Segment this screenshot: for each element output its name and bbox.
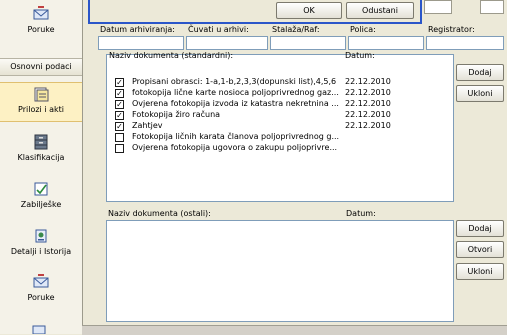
list-item[interactable]: ✓ Fotokopija žiro računa 22.12.2010 — [115, 110, 405, 121]
column-header-datum: Datum: — [345, 51, 375, 60]
attachments-icon — [34, 87, 49, 102]
document-name: Fotokopija ličnih karata članova poljopr… — [132, 132, 340, 141]
document-date: 22.12.2010 — [345, 88, 391, 97]
list-item[interactable]: ✓ fotokopija lične karte nosioca poljopr… — [115, 88, 405, 99]
checkbox[interactable]: ✓ — [115, 111, 124, 120]
sidebar-item-poruke-top[interactable]: Poruke — [0, 6, 82, 34]
label-cuvati-u-arhivi: Čuvati u arhivi: — [188, 25, 249, 34]
document-name: Ovjerena fotokopija izvoda iz katastra n… — [132, 99, 339, 108]
top-field-b[interactable] — [480, 0, 504, 14]
other-docs-header-naziv: Naziv dokumenta (ostali): — [108, 209, 211, 218]
checkbox[interactable]: ✓ — [115, 89, 124, 98]
remove-other-document-button[interactable]: Ukloni — [456, 263, 504, 280]
top-field-a[interactable] — [424, 0, 452, 14]
list-item[interactable]: ✓ Zahtjev 22.12.2010 — [115, 121, 405, 132]
standard-documents-list[interactable]: Naziv dokumenta (standardni): Datum: ✓ P… — [106, 51, 454, 202]
document-date: 22.12.2010 — [345, 121, 391, 130]
add-other-document-button[interactable]: Dodaj — [456, 220, 504, 237]
sidebar-item-prilozi-i-akti[interactable]: Prilozi i akti — [0, 82, 82, 122]
confirm-dialog: OK Odustani — [88, 0, 422, 24]
checkbox[interactable] — [115, 144, 124, 153]
stalaza-raf-field[interactable] — [270, 36, 346, 50]
sidebar-item-zabiljeske[interactable]: Zabilješke — [0, 181, 82, 209]
ok-button[interactable]: OK — [276, 2, 342, 19]
list-item[interactable]: ✓ Ovjerena fotokopija izvoda iz katastra… — [115, 99, 405, 110]
label-polica: Polica: — [350, 25, 376, 34]
remove-standard-document-button[interactable]: Ukloni — [456, 85, 504, 102]
document-name: Ovjerena fotokopija ugovora o zakupu pol… — [132, 143, 338, 152]
checkbox[interactable] — [115, 133, 124, 142]
other-documents-list[interactable] — [106, 220, 454, 322]
sidebar: Poruke Osnovni podaci Prilozi i akti Kla… — [0, 0, 83, 334]
details-icon — [35, 229, 47, 243]
document-name: Zahtjev — [132, 121, 163, 130]
list-item[interactable]: Ovjerena fotokopija ugovora o zakupu pol… — [115, 143, 405, 154]
add-standard-document-button[interactable]: Dodaj — [456, 64, 504, 81]
label-registrator: Registrator: — [428, 25, 475, 34]
sidebar-section-label: Osnovni podaci — [10, 62, 72, 71]
checkbox[interactable]: ✓ — [115, 78, 124, 87]
column-header-naziv: Naziv dokumenta (standardni): — [109, 51, 234, 60]
checkbox[interactable]: ✓ — [115, 100, 124, 109]
cancel-button[interactable]: Odustani — [346, 2, 414, 19]
document-date: 22.12.2010 — [345, 110, 391, 119]
datum-arhiviranja-field[interactable] — [98, 36, 184, 50]
document-date: 22.12.2010 — [345, 77, 391, 86]
envelope-icon — [33, 6, 49, 20]
sidebar-item-label: Zabilješke — [20, 200, 62, 209]
sidebar-item-detalji-i-istorija[interactable]: Detalji i Istorija — [0, 228, 82, 256]
document-date: 22.12.2010 — [345, 99, 391, 108]
sidebar-item-label: Prilozi i akti — [18, 105, 64, 114]
sidebar-item-label: Klasifikacija — [17, 153, 65, 162]
other-docs-header-datum: Datum: — [346, 209, 376, 218]
list-item[interactable]: ✓ Propisani obrasci: 1-a,1-b,2,3,3(dopun… — [115, 77, 405, 88]
note-icon — [34, 182, 48, 196]
partial-icon — [32, 325, 46, 334]
document-name: Propisani obrasci: 1-a,1-b,2,3,3(dopunsk… — [132, 77, 337, 86]
sidebar-item-label: Poruke — [27, 293, 55, 302]
label-datum-arhiviranja: Datum arhiviranja: — [100, 25, 175, 34]
list-item[interactable]: Fotokopija ličnih karata članova poljopr… — [115, 132, 405, 143]
sidebar-section-osnovni-podaci[interactable]: Osnovni podaci — [0, 58, 82, 76]
sidebar-item-label: Detalji i Istorija — [10, 247, 72, 256]
sidebar-item-poruke-bottom[interactable]: Poruke — [0, 274, 82, 302]
registrator-field[interactable] — [426, 36, 504, 50]
sidebar-item-label: Poruke — [27, 25, 55, 34]
sidebar-item-klasifikacija[interactable]: Klasifikacija — [0, 134, 82, 162]
label-stalaza-raf: Stalaža/Raf: — [272, 25, 320, 34]
cuvati-u-arhivi-field[interactable] — [186, 36, 268, 50]
document-name: fotokopija lične karte nosioca poljopriv… — [132, 88, 339, 97]
polica-field[interactable] — [348, 36, 424, 50]
open-other-document-button[interactable]: Otvori — [456, 241, 504, 258]
document-name: Fotokopija žiro računa — [132, 110, 221, 119]
checkbox[interactable]: ✓ — [115, 122, 124, 131]
envelope-icon — [33, 274, 49, 288]
drawer-icon — [34, 134, 48, 150]
